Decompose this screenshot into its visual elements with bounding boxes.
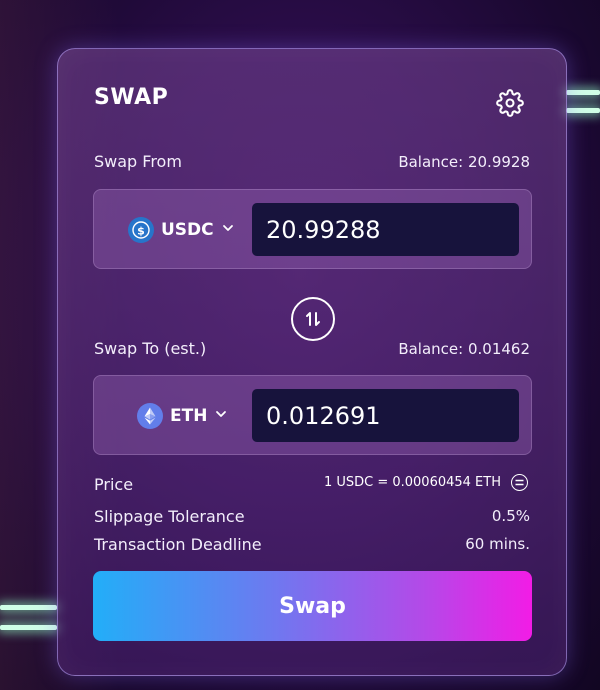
swap-button[interactable]: Swap xyxy=(93,571,532,641)
equals-icon[interactable] xyxy=(511,474,528,491)
swap-to-balance: Balance: 0.01462 xyxy=(398,340,530,358)
swap-from-balance: Balance: 20.9928 xyxy=(398,153,530,171)
background-stripe xyxy=(0,625,57,630)
swap-from-label: Swap From xyxy=(94,152,182,171)
swap-from-token-label: USDC xyxy=(161,220,214,240)
price-label: Price xyxy=(94,475,134,494)
chevron-down-icon xyxy=(214,406,228,426)
swap-to-token-label: ETH xyxy=(170,406,208,426)
usdc-icon: $ xyxy=(128,217,154,243)
price-value: 1 USDC = 0.00060454 ETH xyxy=(323,475,501,490)
swap-to-box: ETH xyxy=(93,375,532,455)
swap-from-box: $ USDC xyxy=(93,189,532,269)
chevron-down-icon xyxy=(221,220,235,240)
slippage-label: Slippage Tolerance xyxy=(94,507,245,526)
deadline-label: Transaction Deadline xyxy=(94,535,262,554)
swap-to-token-select[interactable]: ETH xyxy=(137,376,228,456)
swap-from-amount-input[interactable] xyxy=(252,203,519,256)
background-stripe xyxy=(566,108,600,113)
swap-direction-icon[interactable] xyxy=(291,297,335,341)
swap-card: SWAP Swap From Balance: 20.9928 $ USDC 2… xyxy=(57,48,567,676)
deadline-value: 60 mins. xyxy=(465,535,530,553)
price-row-value: 1 USDC = 0.00060454 ETH xyxy=(324,474,528,491)
swap-to-label: Swap To (est.) xyxy=(94,339,207,358)
background-stripe xyxy=(0,605,57,610)
background-stripe xyxy=(566,90,600,95)
swap-to-amount-input[interactable] xyxy=(252,389,519,442)
slippage-value: 0.5% xyxy=(491,507,530,525)
svg-text:$: $ xyxy=(137,225,145,238)
eth-icon xyxy=(137,403,163,429)
swap-from-token-select[interactable]: $ USDC xyxy=(128,190,235,270)
gear-icon[interactable] xyxy=(496,89,524,117)
card-title: SWAP xyxy=(94,85,169,110)
